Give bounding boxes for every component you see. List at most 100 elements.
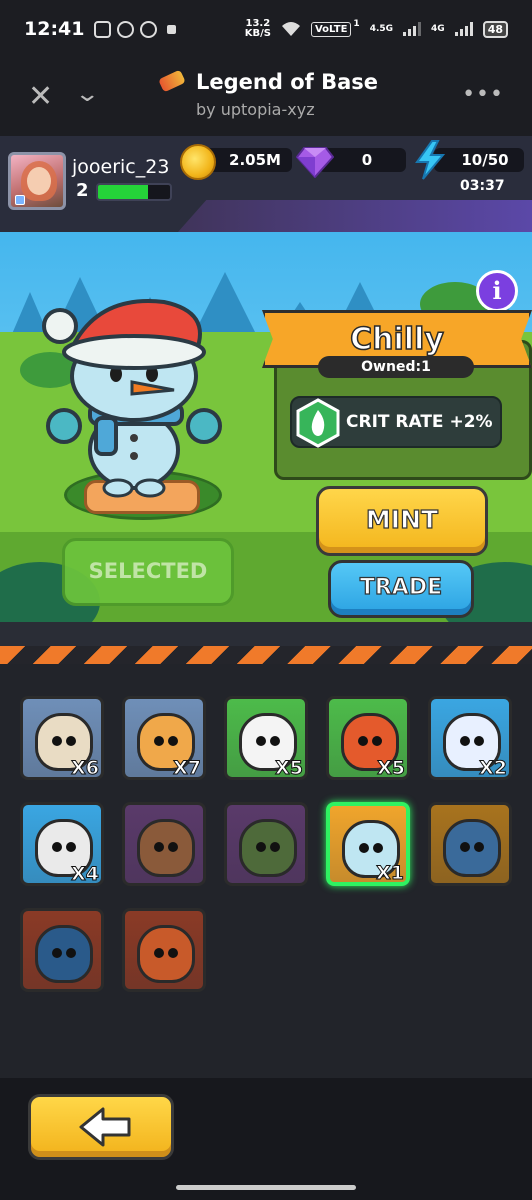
notification-icons: [94, 20, 177, 38]
coin-icon: [180, 144, 216, 180]
gem-amount: 0: [361, 151, 373, 169]
wifi-icon: [281, 22, 300, 36]
inventory-slot-cat[interactable]: X6: [20, 696, 104, 780]
creature-eye: [154, 948, 164, 958]
signal-1-icon: [403, 22, 422, 36]
creature-eye: [359, 843, 369, 853]
network-type-2: 4G: [431, 24, 445, 34]
status-right: 13.2 KB/S VoLTE 1 4.5G 4G 48: [245, 19, 508, 39]
owned-count: Owned:1: [318, 356, 474, 378]
slot-count: X4: [71, 863, 100, 885]
robot-icon: [35, 925, 93, 983]
creature-eye: [373, 843, 383, 853]
inventory-slot-reindeer[interactable]: [122, 802, 206, 886]
inventory-slot-crocodile[interactable]: [224, 802, 308, 886]
creature-eye: [372, 736, 382, 746]
creature-eye: [168, 948, 178, 958]
candy-icon: [158, 69, 186, 93]
slot-count: X1: [376, 862, 405, 884]
threads-icon: [140, 20, 158, 38]
creature-eye: [168, 736, 178, 746]
hero-inventory-grid: X6 X7 X5 X5 X2 X4 X1: [0, 664, 532, 1078]
network-type-1: 4.5G: [369, 24, 394, 34]
chevron-down-icon[interactable]: ⌄: [74, 80, 100, 110]
player-level: 2: [76, 180, 89, 201]
creature-eye: [168, 842, 178, 852]
inventory-slot-pirate-blob[interactable]: [428, 802, 512, 886]
creature-eye: [256, 736, 266, 746]
snowman-hero-image: [42, 299, 222, 498]
creature-eye: [270, 736, 280, 746]
app-header: ✕ ⌄ Legend of Base by uptopia-xyz •••: [0, 58, 532, 136]
status-bar: 12:41 13.2 KB/S VoLTE 1 4.5G 4G 48: [0, 0, 532, 58]
footer: [0, 1078, 532, 1200]
notification-dot-icon: [167, 24, 177, 34]
avatar-face: [27, 167, 51, 195]
network-speed-unit: KB/S: [244, 28, 271, 39]
xp-progress-bar: [96, 183, 172, 201]
game-topbar: jooeric_23 2 2.05M 0 10/50 03:37: [0, 136, 532, 232]
energy-counter: 10/50: [434, 148, 524, 172]
crit-rate-stat: CRIT RATE +2%: [290, 396, 502, 448]
crit-rate-text: CRIT RATE +2%: [346, 412, 493, 432]
crit-flame-icon: [296, 398, 340, 448]
arrow-left-icon: [79, 1107, 131, 1147]
slot-count: X5: [275, 757, 304, 779]
username: jooeric_23: [72, 156, 170, 178]
hero-name: Chilly: [349, 321, 444, 358]
avatar-badge-icon: [15, 195, 25, 205]
close-button[interactable]: ✕: [28, 82, 53, 112]
creature-eye: [270, 842, 280, 852]
home-indicator[interactable]: [176, 1185, 356, 1190]
creature-eye: [460, 842, 470, 852]
inventory-slot-dragon[interactable]: [122, 908, 206, 992]
scene-divider: [0, 622, 532, 646]
more-options-button[interactable]: •••: [462, 82, 504, 107]
status-time: 12:41: [24, 18, 85, 40]
game-screen: 12:41 13.2 KB/S VoLTE 1 4.5G 4G 48 ✕ ⌄ L…: [0, 0, 532, 1200]
inventory-slot-chilly[interactable]: X1: [326, 802, 410, 886]
inventory-slot-crab[interactable]: X5: [326, 696, 410, 780]
info-button[interactable]: i: [476, 270, 518, 312]
mint-button[interactable]: MINT: [316, 486, 488, 556]
app-title: Legend of Base: [196, 70, 378, 94]
back-button[interactable]: [28, 1094, 174, 1160]
instagram-icon: [94, 20, 112, 38]
creature-eye: [66, 736, 76, 746]
inventory-slot-penguin[interactable]: X2: [428, 696, 512, 780]
trade-button[interactable]: TRADE: [328, 560, 474, 618]
volte-badge: VoLTE: [310, 21, 352, 37]
pirate-blob-icon: [443, 819, 501, 877]
creature-eye: [52, 948, 62, 958]
inventory-slot-duck[interactable]: X5: [224, 696, 308, 780]
network-speed: 13.2 KB/S: [245, 19, 271, 39]
coin-amount: 2.05M: [229, 151, 281, 169]
selected-button[interactable]: SELECTED: [62, 538, 234, 606]
creature-eye: [66, 842, 76, 852]
xp-progress-fill: [98, 185, 149, 199]
creature-eye: [52, 842, 62, 852]
slot-count: X6: [71, 757, 100, 779]
creature-eye: [460, 736, 470, 746]
creature-eye: [358, 736, 368, 746]
messenger-icon: [117, 20, 135, 38]
creature-eye: [154, 736, 164, 746]
creature-eye: [52, 736, 62, 746]
crocodile-icon: [239, 819, 297, 877]
slot-count: X7: [173, 757, 202, 779]
inventory-slot-shiba[interactable]: X7: [122, 696, 206, 780]
inventory-slot-zebra[interactable]: X4: [20, 802, 104, 886]
reindeer-icon: [137, 819, 195, 877]
creature-eye: [256, 842, 266, 852]
battery-icon: 48: [482, 20, 508, 38]
hero-showcase: i Chilly Owned:1 CRIT RATE +2% MINT TRAD…: [0, 232, 532, 622]
energy-amount: 10/50: [461, 151, 509, 169]
hazard-stripe: [0, 646, 532, 664]
avatar[interactable]: [8, 152, 66, 210]
energy-timer: 03:37: [460, 178, 505, 194]
slot-count: X5: [377, 757, 406, 779]
inventory-slot-robot[interactable]: [20, 908, 104, 992]
gem-icon: [296, 147, 334, 178]
creature-eye: [474, 842, 484, 852]
lightning-icon: [415, 140, 446, 180]
